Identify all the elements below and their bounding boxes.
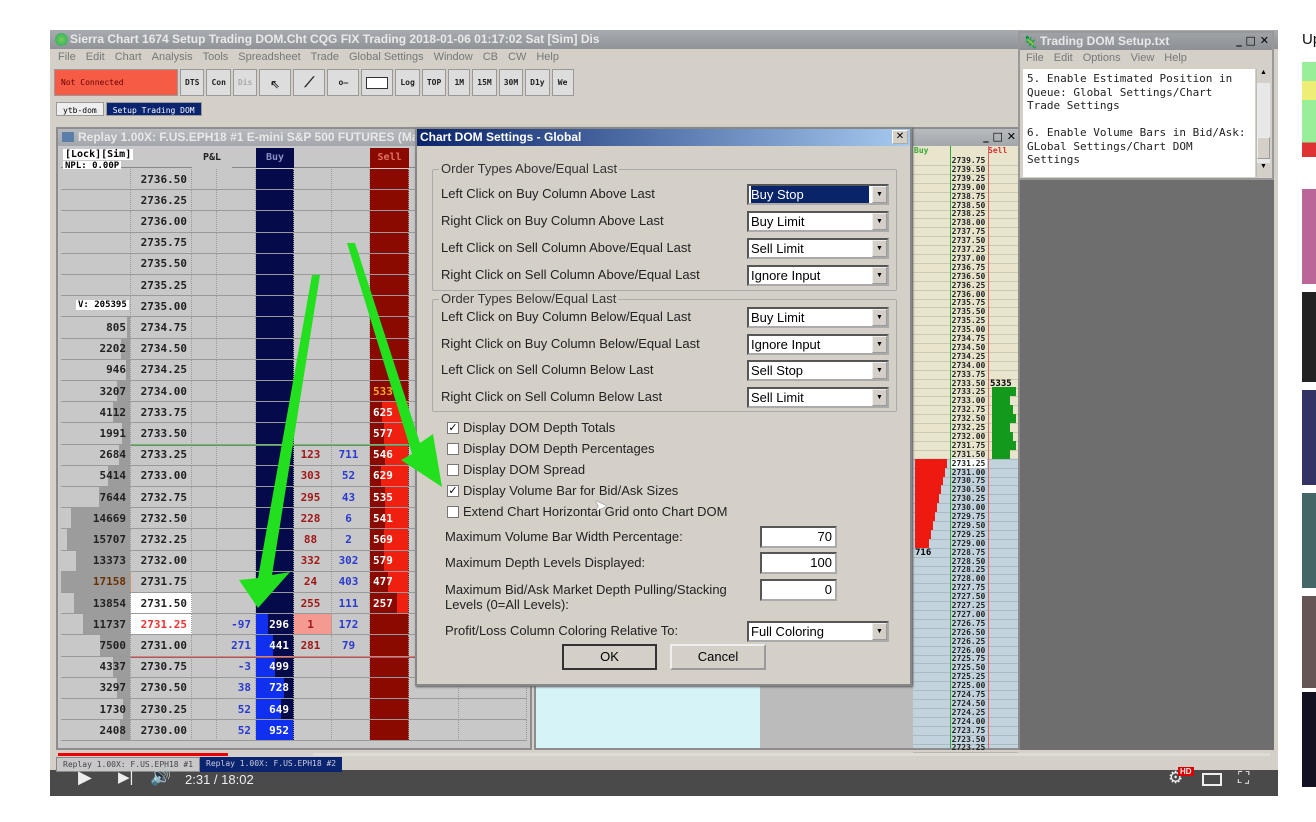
progress-bar[interactable] bbox=[58, 753, 1270, 756]
volume-value: 3297 bbox=[99, 681, 127, 695]
volume-value: 2684 bbox=[99, 448, 127, 462]
volume-value: 7500 bbox=[99, 638, 127, 652]
volume-value: 1991 bbox=[99, 426, 127, 440]
volume-value: 2202 bbox=[99, 342, 127, 356]
thumbnail[interactable] bbox=[1302, 189, 1316, 284]
volume-value: 805 bbox=[106, 320, 126, 334]
player-controls: ▶ ▶| 🔊 2:31 / 18:02 ⚙ HD ⛶ bbox=[50, 753, 1278, 796]
mouse-cursor-icon: ➤ bbox=[594, 498, 608, 515]
volume-value: 5414 bbox=[99, 469, 127, 483]
volume-value: 2408 bbox=[99, 723, 127, 737]
sidebar-thumbnails[interactable] bbox=[1302, 62, 1316, 822]
next-icon[interactable]: ▶| bbox=[118, 768, 133, 786]
thumbnail[interactable] bbox=[1302, 390, 1316, 485]
volume-value: 13854 bbox=[92, 596, 126, 610]
volume-value: 3207 bbox=[99, 384, 127, 398]
thumbnail[interactable] bbox=[1302, 292, 1316, 382]
volume-value: 15707 bbox=[92, 532, 126, 546]
thumbnail[interactable] bbox=[1302, 596, 1316, 688]
volume-value: 13373 bbox=[92, 554, 126, 568]
video-player[interactable]: Sierra Chart 1674 Setup Trading DOM.Cht … bbox=[50, 30, 1278, 796]
fullscreen-icon[interactable]: ⛶ bbox=[1238, 770, 1249, 788]
play-icon[interactable]: ▶ bbox=[78, 767, 92, 788]
hd-badge: HD bbox=[1178, 767, 1194, 776]
volume-value: 14669 bbox=[92, 511, 126, 525]
annotation-arrows bbox=[239, 243, 442, 608]
volume-value: 1730 bbox=[99, 702, 127, 716]
volume-value: 4337 bbox=[99, 660, 127, 674]
green-arrow-icon bbox=[239, 275, 320, 608]
volume-value: 4112 bbox=[99, 405, 127, 419]
volume-value: 7644 bbox=[99, 490, 127, 504]
time-display: 2:31 / 18:02 bbox=[185, 772, 254, 787]
volume-value: 17158 bbox=[92, 575, 126, 589]
green-arrow-icon bbox=[347, 243, 442, 487]
volume-value: 946 bbox=[106, 363, 126, 377]
thumbnail[interactable] bbox=[1302, 692, 1316, 787]
thumbnail[interactable] bbox=[1302, 493, 1316, 588]
thumbnail[interactable] bbox=[1302, 62, 1316, 157]
up-next-heading: Up bbox=[1302, 31, 1316, 48]
theater-mode-icon[interactable] bbox=[1202, 773, 1222, 786]
volume-icon[interactable]: 🔊 bbox=[150, 767, 171, 787]
volume-value: 11737 bbox=[92, 617, 126, 631]
